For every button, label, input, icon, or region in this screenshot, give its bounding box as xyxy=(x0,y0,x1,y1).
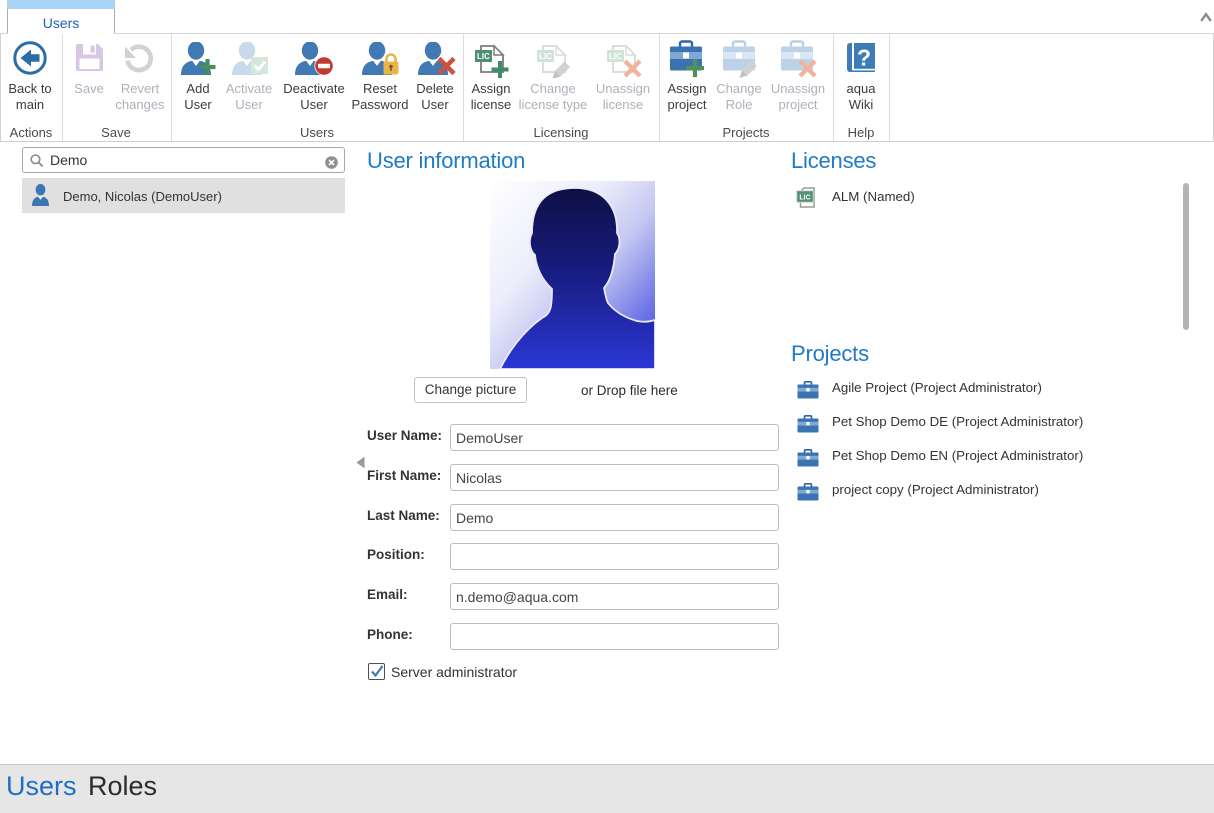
svg-text:LIC: LIC xyxy=(477,52,490,61)
svg-text:LIC: LIC xyxy=(799,194,810,201)
svg-text:?: ? xyxy=(857,45,871,71)
svg-text:LIC: LIC xyxy=(539,52,552,61)
svg-text:LIC: LIC xyxy=(609,52,622,61)
